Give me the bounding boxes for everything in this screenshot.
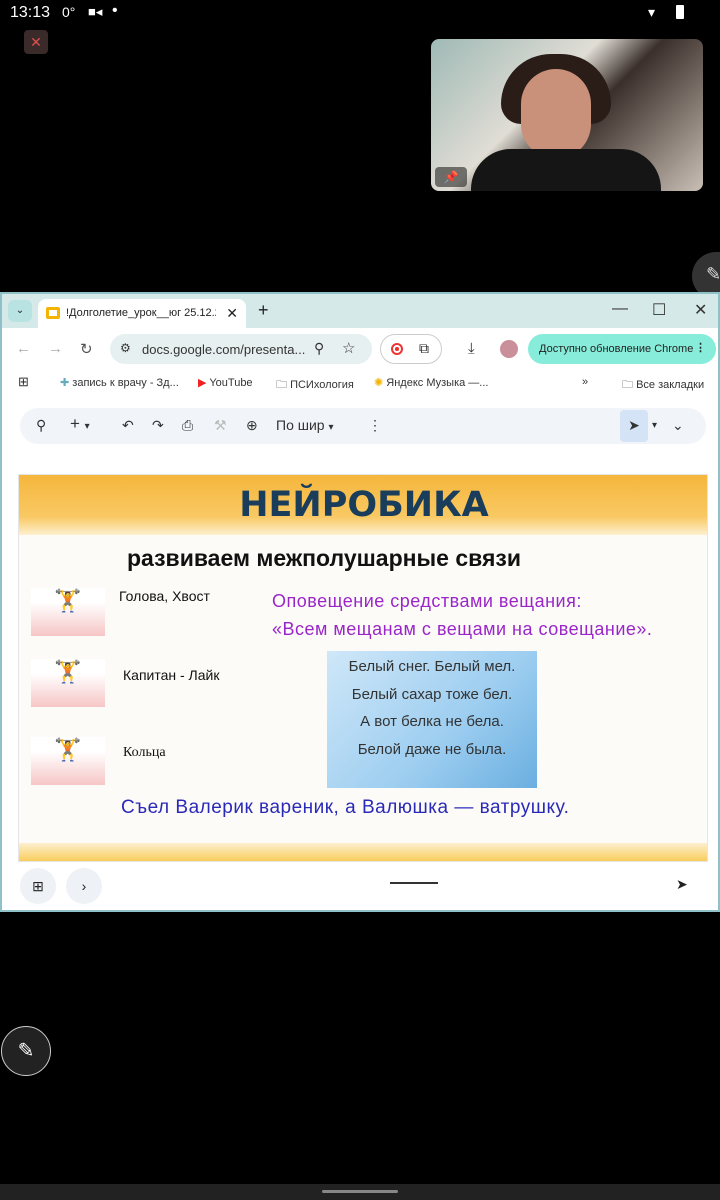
search-icon[interactable]: ⚲ [36, 417, 46, 434]
temperature: 0° [62, 4, 76, 20]
poem-box: Белый снег. Белый мел. Белый сахар тоже … [327, 651, 537, 788]
zoom-icon[interactable]: ⊕ [246, 417, 258, 434]
zoom-icon[interactable]: ⚲ [314, 340, 324, 357]
wifi-icon: ▾ [648, 4, 656, 20]
notification-dot-icon: • [112, 2, 118, 19]
chrome-update-button[interactable]: Доступно обновление Chrome ⋮ [528, 334, 716, 364]
address-bar[interactable]: ⚙ docs.google.com/presenta... ⚲ ☆ [110, 334, 372, 364]
poem-line: Белый снег. Белый мел. [348, 658, 516, 675]
bookmark-youtube[interactable]: ▶ YouTube [198, 376, 253, 389]
tab-bar: ⌄ !Долголетие_урок__юг 25.12.24 ✕ + — ☐ … [2, 294, 718, 328]
exercise-label: Кольца [123, 745, 166, 760]
redo-icon[interactable]: ↷ [152, 417, 164, 434]
download-icon[interactable]: ⤓ [468, 340, 475, 357]
record-extension-icon[interactable] [391, 343, 403, 355]
tongue-twister-line: Оповещение средствами вещания: [272, 591, 582, 611]
browser-window: ⌄ !Долголетие_урок__юг 25.12.24 ✕ + — ☐ … [0, 292, 720, 912]
gesture-bar[interactable] [0, 1184, 720, 1200]
all-bookmarks-folder[interactable]: 🗀 Все закладки [622, 376, 704, 395]
apps-grid-icon[interactable]: ⊞ [18, 374, 29, 390]
navigation-bar: ← → ↻ ⚙ docs.google.com/presenta... ⚲ ☆ … [2, 328, 718, 370]
bookmark-star-icon[interactable]: ☆ [342, 339, 355, 357]
print-icon[interactable]: ⎙ [182, 417, 193, 434]
resize-handle[interactable] [390, 882, 438, 884]
slides-bottom-bar: ⊞ › ➤ [2, 864, 718, 910]
site-info-icon[interactable]: ⚙ [120, 341, 131, 355]
folder-icon: 🗀 [622, 379, 637, 391]
tab-presentation[interactable]: !Долголетие_урок__юг 25.12.24 ✕ [38, 299, 246, 328]
back-button[interactable]: ← [16, 340, 31, 357]
exercise-label: Капитан - Лайк [123, 667, 220, 683]
close-tab-icon[interactable]: ✕ [226, 305, 238, 322]
slide-canvas[interactable]: НЕЙРОБИКА развиваем межполушарные связи … [18, 474, 708, 862]
zoom-select[interactable]: По шир ▾ [276, 417, 334, 433]
pin-icon[interactable]: 📌 [435, 167, 467, 187]
extensions-group: ⧉ [380, 334, 442, 364]
folder-icon: 🗀 [276, 379, 291, 391]
next-slide-button[interactable]: › [66, 868, 102, 904]
status-bar: 13:13 0° ■◂ • ▾ [0, 0, 720, 28]
select-tool-button[interactable]: ➤ [620, 410, 648, 442]
exercise-label: Голова, Хвост [119, 588, 210, 604]
slide-title: НЕЙРОБИКА [239, 485, 489, 525]
bookmark-yandex-music[interactable]: ✺ Яндекс Музыка —... [374, 376, 488, 389]
annotate-pen-button[interactable]: ✎ [1, 1026, 51, 1076]
tongue-twister-2: Съел Валерик вареник, а Валюшка — ватруш… [121, 797, 570, 818]
health-icon: ✚ [60, 377, 73, 389]
profile-avatar[interactable] [500, 340, 518, 358]
tongue-twister-line: «Всем мещанам с вещами на совещание». [272, 619, 653, 639]
mouse-cursor-icon: ➤ [676, 876, 688, 892]
slide-footer-band [19, 843, 707, 861]
paint-format-icon[interactable]: ⚒ [214, 417, 227, 434]
bookmark-item[interactable]: ✚ запись к врачу - Зд... [60, 376, 179, 389]
undo-icon[interactable]: ↶ [122, 417, 134, 434]
slides-favicon-icon [46, 307, 60, 319]
slides-toolbar: ⚲ + ▾ ↶ ↷ ⎙ ⚒ ⊕ По шир ▾ ⋮ ➤ ▾ ⌄ [20, 408, 706, 444]
video-camera-icon: ■◂ [88, 4, 103, 19]
battery-icon [676, 5, 684, 19]
more-bookmarks-button[interactable]: » [582, 376, 588, 388]
collapse-toolbar-icon[interactable]: ⌄ [672, 417, 684, 434]
more-options-icon[interactable]: ⋮ [368, 417, 382, 434]
brain-weightlifter-image: 🏋 [31, 588, 105, 636]
poem-line: Белый сахар тоже бел. [351, 685, 513, 703]
brain-weightlifter-image: 🏋 [31, 659, 105, 707]
slide-subtitle: развиваем межполушарные связи [127, 545, 521, 571]
mic-muted-icon[interactable]: ✕ [24, 30, 48, 54]
add-button[interactable]: + ▾ [70, 414, 90, 434]
youtube-icon: ▶ [198, 377, 210, 389]
tab-search-button[interactable]: ⌄ [8, 300, 32, 322]
url-text: docs.google.com/presenta... [142, 342, 306, 357]
video-person-face [521, 69, 591, 159]
select-dropdown-icon[interactable]: ▾ [652, 420, 657, 431]
grid-view-icon[interactable]: ⊞ [20, 868, 56, 904]
minimize-button[interactable]: — [612, 300, 628, 318]
bookmark-folder-psychology[interactable]: 🗀 ПСИхология [276, 376, 354, 395]
brain-weightlifter-image: 🏋 [31, 737, 105, 785]
new-tab-button[interactable]: + [258, 300, 269, 321]
participant-video[interactable]: 📌 [431, 39, 703, 191]
tab-title: !Долголетие_урок__юг 25.12.24 [66, 307, 216, 319]
sun-icon: ✺ [374, 377, 387, 389]
poem-line: Белой даже не была. [357, 740, 507, 758]
video-person-body [471, 149, 661, 191]
poem-line: А вот белка не бела. [360, 713, 504, 730]
update-label: Доступно обновление Chrome [539, 343, 694, 355]
menu-kebab-icon[interactable]: ⋮ [695, 341, 706, 354]
maximize-button[interactable]: ☐ [652, 300, 666, 320]
bookmarks-bar: ⊞ ✚ запись к врачу - Зд... ▶ YouTube 🗀 П… [2, 370, 718, 398]
reload-button[interactable]: ↻ [80, 340, 93, 358]
close-window-button[interactable]: ✕ [694, 300, 707, 320]
clock: 13:13 [10, 4, 51, 21]
extensions-puzzle-icon[interactable]: ⧉ [419, 340, 429, 357]
forward-button[interactable]: → [48, 340, 63, 357]
